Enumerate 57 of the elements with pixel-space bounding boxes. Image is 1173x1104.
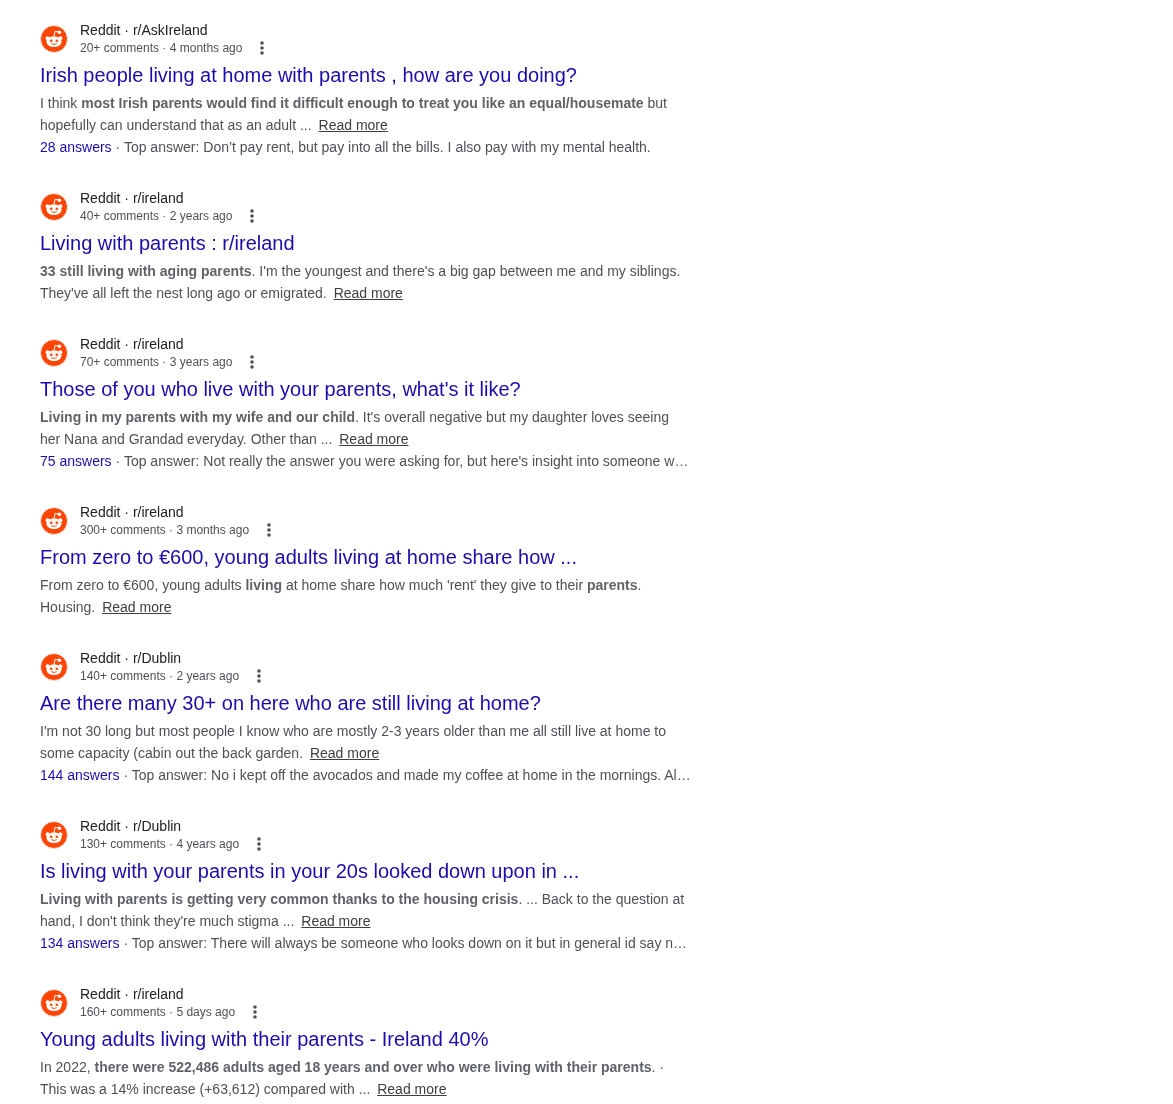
top-answer-text: · Top answer: No i kept off the avocados and made my coffee at home in the mornings. Al… [123, 767, 691, 783]
result-title-link[interactable]: Irish people living at home with parents , how are you doing? [40, 62, 577, 88]
result-source: Reddit · r/ireland [80, 985, 185, 1003]
read-more-link[interactable]: Read more [339, 431, 409, 447]
result-snippet: I think most Irish parents would find it difficult enough to treat you like an equal/housemate but hopefully can understand that as an adult ... Read more [40, 94, 668, 135]
more-options-icon[interactable] [260, 41, 265, 55]
result-title-link[interactable]: Young adults living with their parents - Ireland 40% [40, 1026, 489, 1052]
result-title-link[interactable]: Those of you who live with your parents, what's it like? [40, 376, 521, 402]
result-title-link[interactable]: From zero to €600, young adults living at home share how ... [40, 544, 577, 570]
result-snippet: In 2022, there were 522,486 adults aged 18 years and over who were living with their parents. · This was a 14% increase (+63,612) compared with ... Read more [40, 1058, 666, 1099]
result-source: Reddit · r/ireland [80, 189, 185, 207]
result-source: Reddit · r/AskIreland [80, 21, 209, 39]
read-more-link[interactable]: Read more [102, 599, 172, 615]
result-snippet: From zero to €600, young adults living at home share how much 'rent' they give to their parents. Housing. Read more [40, 576, 643, 617]
more-options-icon[interactable] [257, 837, 262, 851]
alien-face-icon[interactable] [40, 339, 68, 367]
answers-link[interactable]: 134 answers [40, 935, 120, 951]
alien-face-icon[interactable] [40, 989, 68, 1017]
read-more-link[interactable]: Read more [309, 745, 380, 761]
alien-face-icon[interactable] [40, 193, 68, 221]
top-answer-text: · Top answer: There will always be someone who looks down on it but in general id say n… [123, 935, 688, 951]
top-answer-text: · Top answer: Not really the answer you were asking for, but here's insight into someone w… [115, 453, 689, 469]
result-source: Reddit · r/Dublin [80, 817, 183, 835]
read-more-link[interactable]: Read more [377, 1081, 447, 1097]
result-meta: 70+ comments · 3 years ago [80, 354, 233, 371]
answers-link[interactable]: 28 answers [40, 139, 112, 155]
result-meta: 140+ comments · 2 years ago [80, 668, 240, 685]
more-options-icon[interactable] [257, 669, 262, 683]
alien-face-icon[interactable] [40, 25, 68, 53]
alien-face-icon[interactable] [40, 653, 68, 681]
more-options-icon[interactable] [250, 355, 255, 369]
result-meta: 40+ comments · 2 years ago [80, 208, 233, 225]
result-meta: 20+ comments · 4 months ago [80, 40, 243, 57]
result-snippet: 33 still living with aging parents. I'm the youngest and there's a big gap between me and my siblings. They've all left the nest long ago or emigrated. Read more [40, 262, 682, 303]
read-more-link[interactable]: Read more [318, 117, 388, 133]
result-source: Reddit · r/ireland [80, 335, 185, 353]
alien-face-icon[interactable] [40, 507, 68, 535]
result-snippet: Living in my parents with my wife and our child. It's overall negative but my daughter loves seeing her Nana and Grandad everyday. Other than ... Read more [40, 408, 670, 449]
result-snippet: I'm not 30 long but most people I know who are mostly 2-3 years older than me all still live at home to some capacity (cabin out the back garden. Read more [40, 722, 667, 763]
result-title-link[interactable]: Are there many 30+ on here who are still living at home? [40, 690, 541, 716]
result-source: Reddit · r/ireland [80, 503, 185, 521]
top-answer-text: · Top answer: Don’t pay rent, but pay into all the bills. I also pay with my mental health. [115, 139, 651, 155]
read-more-link[interactable]: Read more [301, 913, 371, 929]
answers-link[interactable]: 144 answers [40, 767, 120, 783]
more-options-icon[interactable] [253, 1005, 258, 1019]
read-more-link[interactable]: Read more [333, 285, 403, 301]
result-source: Reddit · r/Dublin [80, 649, 183, 667]
result-title-link[interactable]: Is living with your parents in your 20s looked down upon in ... [40, 858, 580, 884]
result-meta: 130+ comments · 4 years ago [80, 836, 240, 853]
more-options-icon[interactable] [267, 523, 272, 537]
result-meta: 160+ comments · 5 days ago [80, 1004, 236, 1021]
result-title-link[interactable]: Living with parents : r/ireland [40, 230, 295, 256]
alien-face-icon[interactable] [40, 821, 68, 849]
result-snippet: Living with parents is getting very common thanks to the housing crisis. ... Back to the question at hand, I don't think they're much stigma ... Read more [40, 890, 686, 931]
answers-link[interactable]: 75 answers [40, 453, 112, 469]
result-meta: 300+ comments · 3 months ago [80, 522, 250, 539]
more-options-icon[interactable] [250, 209, 255, 223]
